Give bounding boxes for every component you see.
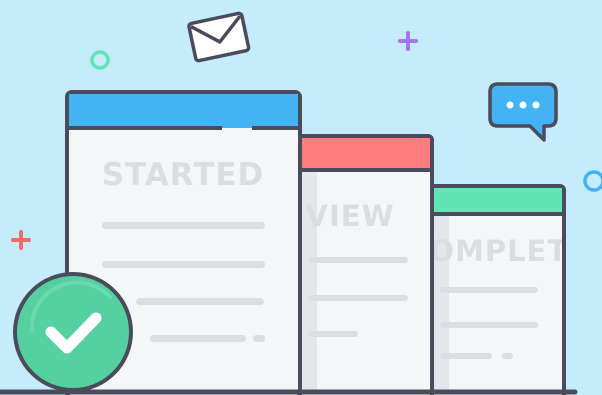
circle-icon	[583, 170, 602, 192]
kanban-illustration: COMPLETE REVIEW STARTED	[0, 11, 602, 395]
card-complete: COMPLETE	[407, 184, 589, 395]
plus-icon	[11, 230, 31, 250]
envelope-icon	[187, 11, 251, 63]
chat-bubble-icon	[488, 82, 558, 142]
plus-icon	[398, 31, 418, 51]
checkmark-icon	[13, 272, 133, 392]
illustration: COMPLETE REVIEW STARTED	[0, 0, 602, 395]
card-title: STARTED	[102, 157, 265, 193]
circle-icon	[90, 50, 110, 70]
card-title: COMPLETE	[407, 234, 589, 268]
